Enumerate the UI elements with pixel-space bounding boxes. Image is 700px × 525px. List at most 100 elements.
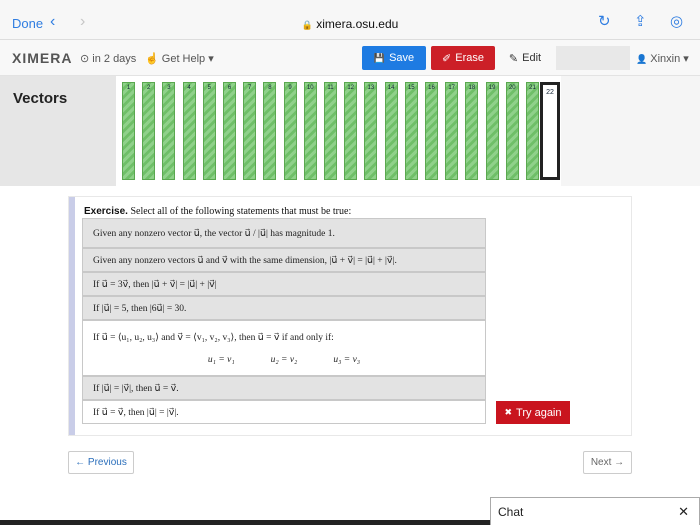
- browser-toolbar: Done ‹ › 🔒 ximera.osu.edu ↻ ⇪ ◎: [0, 0, 700, 40]
- compass-icon[interactable]: ◎: [670, 12, 683, 30]
- activity-number: 11: [327, 85, 334, 91]
- activity-number: 10: [306, 85, 314, 91]
- statement-text: If u⃗ = v⃗, then |u⃗| = |v⃗|.: [93, 407, 179, 418]
- exercise-accent-bar: [69, 197, 75, 435]
- activity-tile-2[interactable]: 2: [142, 82, 156, 180]
- activity-number: 7: [248, 85, 252, 91]
- user-label: Xinxin ▾: [650, 53, 689, 65]
- statement-1[interactable]: Given any nonzero vector u⃗, the vector …: [82, 218, 486, 248]
- due-date: ⊙ in 2 days: [80, 53, 137, 65]
- activity-tile-7[interactable]: 7: [243, 82, 257, 180]
- activity-tile-10[interactable]: 10: [303, 82, 317, 180]
- statement-text: Given any nonzero vectors u⃗ and v⃗ with…: [93, 255, 397, 266]
- activity-tile-18[interactable]: 18: [465, 82, 479, 180]
- edit-button[interactable]: ✎ Edit: [503, 46, 547, 70]
- activity-tile-11[interactable]: 11: [324, 82, 337, 180]
- activity-number: 13: [367, 85, 375, 91]
- activity-number: 20: [508, 85, 516, 91]
- activity-number: 15: [407, 85, 415, 91]
- activity-tile-5[interactable]: 5: [202, 82, 216, 180]
- erase-button[interactable]: ✐ Erase: [431, 46, 495, 70]
- bottom-bar: [0, 520, 490, 525]
- close-icon[interactable]: ✕: [678, 504, 689, 520]
- previous-button[interactable]: ← Previous: [68, 451, 134, 474]
- url-text: ximera.osu.edu: [316, 17, 399, 31]
- condition-2: u₂ = v₂: [270, 354, 298, 365]
- pencil-icon: ✎: [508, 52, 519, 65]
- activity-number: 4: [187, 85, 191, 91]
- page-title: Vectors: [13, 90, 68, 107]
- activity-tile-17[interactable]: 17: [445, 82, 459, 180]
- activity-number: 18: [468, 85, 476, 91]
- save-label: Save: [389, 52, 415, 64]
- reload-icon[interactable]: ↻: [598, 12, 611, 30]
- activity-number: 3: [167, 85, 171, 91]
- exercise-label: Exercise.: [84, 206, 128, 217]
- activity-tile-13[interactable]: 13: [364, 82, 378, 180]
- activity-progress-strip: 1 2 3 4 5 6 7 8 9 10 11 12 13 14 15 16 17 18 19 20 21 22: [116, 76, 561, 186]
- edit-label: Edit: [522, 52, 542, 64]
- current-activity-tile[interactable]: 22: [540, 82, 560, 180]
- try-again-label: Try again: [516, 406, 562, 419]
- activity-tile-3[interactable]: 3: [162, 82, 176, 180]
- statement-text: Given any nonzero vector u⃗, the vector …: [93, 228, 335, 239]
- lock-icon: 🔒: [301, 20, 313, 30]
- save-icon: 💾: [373, 52, 386, 63]
- activity-number: 1: [126, 85, 131, 91]
- activity-number: 17: [448, 85, 456, 91]
- activity-tile-15[interactable]: 15: [404, 82, 418, 180]
- erase-label: Erase: [455, 52, 484, 64]
- activity-tile-21[interactable]: 21: [526, 82, 539, 180]
- activity-number: 12: [347, 85, 355, 91]
- statement-6[interactable]: If |u⃗| = |v⃗|, then u⃗ = v⃗.: [82, 376, 486, 400]
- activity-tile-1[interactable]: 1: [122, 82, 135, 180]
- activity-number: 21: [529, 85, 536, 91]
- activity-number: 9: [288, 85, 292, 91]
- activity-tile-20[interactable]: 20: [505, 82, 519, 180]
- activity-tile-14[interactable]: 14: [384, 82, 398, 180]
- activity-number: 16: [428, 85, 435, 91]
- activity-tile-9[interactable]: 9: [283, 82, 297, 180]
- activity-number: 22: [546, 89, 554, 96]
- activity-tile-19[interactable]: 19: [485, 82, 499, 180]
- nav-placeholder: [556, 46, 630, 70]
- condition-1: u₁ = v₁: [207, 354, 235, 365]
- user-menu[interactable]: 👤 Xinxin ▾: [636, 52, 689, 65]
- statement-4[interactable]: If |u⃗| = 5, then |6u⃗| = 30.: [82, 296, 486, 320]
- activity-number: 5: [207, 85, 211, 91]
- activity-number: 14: [387, 85, 395, 91]
- share-icon[interactable]: ⇪: [634, 12, 647, 30]
- statement-text: If |u⃗| = |v⃗|, then u⃗ = v⃗.: [93, 383, 179, 394]
- try-again-button[interactable]: ✖ Try again: [496, 401, 570, 424]
- statement-text: If u⃗ = ⟨u₁, u₂, u₃⟩ and v⃗ = ⟨v₁, v₂, v…: [93, 332, 334, 343]
- statement-3[interactable]: If u⃗ = 3v⃗, then |u⃗ + v⃗| = |u⃗| + |v⃗…: [82, 272, 486, 296]
- statement-text: If |u⃗| = 5, then |6u⃗| = 30.: [93, 303, 187, 314]
- save-button[interactable]: 💾 Save: [362, 46, 426, 70]
- x-icon: ✖: [504, 407, 513, 417]
- chat-label: Chat: [498, 505, 524, 519]
- user-icon: 👤: [636, 54, 648, 64]
- activity-tile-6[interactable]: 6: [223, 82, 236, 180]
- get-help-menu[interactable]: ☝ Get Help ▾: [145, 52, 214, 65]
- exercise-instructions: Select all of the following statements t…: [130, 206, 352, 217]
- activity-tile-12[interactable]: 12: [344, 82, 358, 180]
- chat-panel[interactable]: Chat ✕: [490, 497, 700, 525]
- statement-5[interactable]: If u⃗ = ⟨u₁, u₂, u₃⟩ and v⃗ = ⟨v₁, v₂, v…: [82, 320, 486, 376]
- activity-tile-16[interactable]: 16: [425, 82, 438, 180]
- exercise-prompt: Exercise. Select all of the following st…: [84, 206, 351, 217]
- address-bar[interactable]: 🔒 ximera.osu.edu: [0, 17, 700, 31]
- activity-header: Vectors 1 2 3 4 5 6 7 8 9 10 11 12 13 14 15 16 17 18 19 20 2…: [0, 76, 700, 186]
- ximera-logo[interactable]: XIMERA: [12, 50, 72, 66]
- site-navbar: XIMERA ⊙ in 2 days ☝ Get Help ▾ 💾 Save ✐…: [0, 40, 700, 76]
- activity-number: 2: [147, 85, 151, 91]
- condition-3: u₃ = v₃: [333, 354, 361, 365]
- activity-tile-8[interactable]: 8: [263, 82, 277, 180]
- activity-number: 19: [488, 85, 496, 91]
- activity-number: 6: [227, 85, 232, 91]
- title-panel: Vectors: [0, 76, 116, 186]
- statement-2[interactable]: Given any nonzero vectors u⃗ and v⃗ with…: [82, 248, 486, 272]
- statement-7[interactable]: If u⃗ = v⃗, then |u⃗| = |v⃗|.: [82, 400, 486, 424]
- statement-text: If u⃗ = 3v⃗, then |u⃗ + v⃗| = |u⃗| + |v⃗…: [93, 279, 217, 290]
- next-button[interactable]: Next →: [583, 451, 632, 474]
- activity-tile-4[interactable]: 4: [182, 82, 196, 180]
